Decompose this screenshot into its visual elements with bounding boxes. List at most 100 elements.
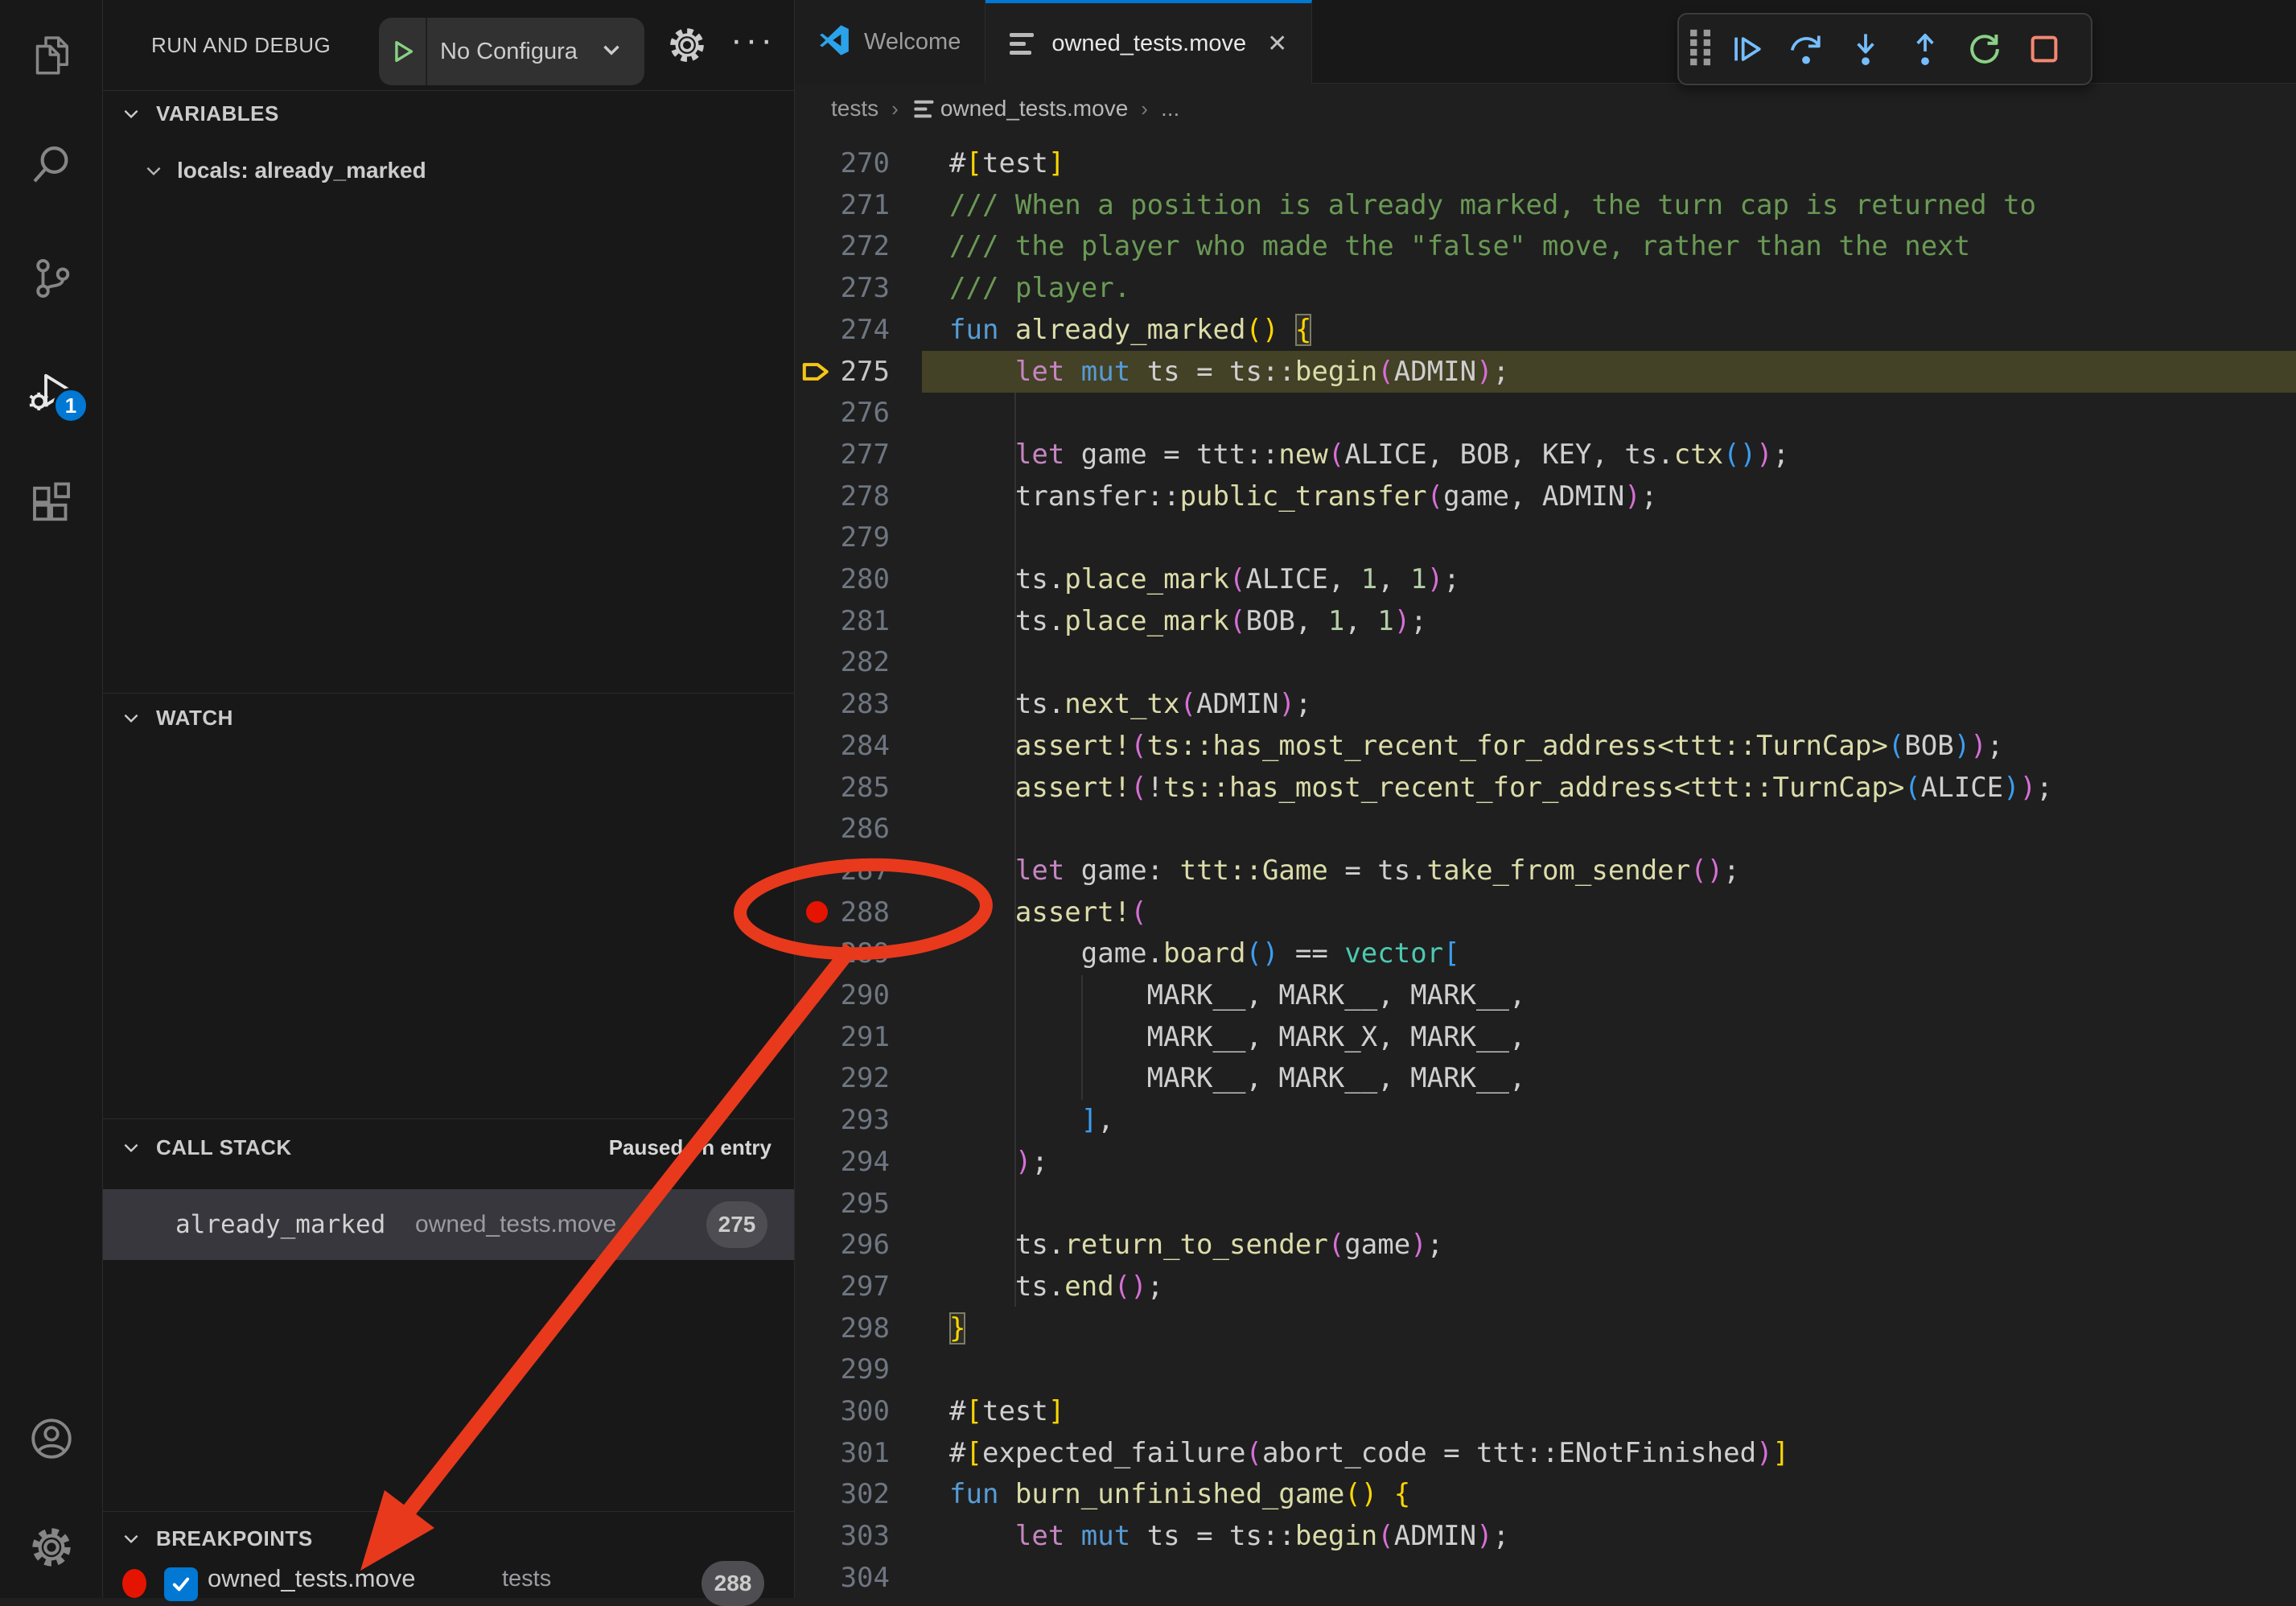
line-number[interactable]: 290 [827,974,890,1016]
code-line-274[interactable]: 274fun already_marked() { [795,309,2296,351]
code-line-296[interactable]: 296 ts.return_to_sender(game); [795,1224,2296,1266]
code-editor[interactable]: 270#[test]271/// When a position is alre… [795,134,2296,1598]
activity-run-and-debug[interactable]: 1 [0,352,103,433]
line-number[interactable]: 287 [827,850,890,892]
code-line-294[interactable]: 294 ); [795,1141,2296,1183]
line-number[interactable]: 301 [827,1432,890,1474]
code-line-297[interactable]: 297 ts.end(); [795,1266,2296,1307]
line-number[interactable]: 271 [827,184,890,226]
line-number[interactable]: 295 [827,1183,890,1225]
line-number[interactable]: 291 [827,1016,890,1058]
line-number[interactable]: 277 [827,434,890,476]
code-line-295[interactable]: 295 [795,1183,2296,1225]
code-line-286[interactable]: 286 [795,808,2296,850]
line-number[interactable]: 286 [827,808,890,850]
line-number[interactable]: 281 [827,600,890,642]
breadcrumb-file[interactable]: owned_tests.move [940,96,1128,121]
code-line-285[interactable]: 285 assert!(!ts::has_most_recent_for_add… [795,767,2296,809]
code-line-304[interactable]: 304 [795,1557,2296,1598]
line-number[interactable]: 302 [827,1473,890,1515]
line-number[interactable]: 278 [827,476,890,517]
activity-settings[interactable] [0,1509,103,1589]
line-number[interactable]: 289 [827,933,890,974]
code-line-293[interactable]: 293 ], [795,1099,2296,1141]
activity-source-control[interactable] [0,240,103,320]
activity-explorer[interactable] [0,16,103,97]
code-line-289[interactable]: 289 game.board() == vector[ [795,933,2296,974]
code-line-272[interactable]: 272/// the player who made the "false" m… [795,225,2296,267]
line-number[interactable]: 288 [827,892,890,933]
breakpoint-checkbox[interactable] [164,1567,198,1601]
code-line-281[interactable]: 281 ts.place_mark(BOB, 1, 1); [795,600,2296,642]
line-number[interactable]: 298 [827,1307,890,1349]
code-line-291[interactable]: 291 MARK__, MARK_X, MARK__, [795,1016,2296,1058]
line-number[interactable]: 292 [827,1057,890,1099]
line-number[interactable]: 282 [827,641,890,683]
line-number[interactable]: 283 [827,683,890,725]
continue-button[interactable] [1721,23,1772,75]
breadcrumb-folder[interactable]: tests [831,96,878,121]
code-line-280[interactable]: 280 ts.place_mark(ALICE, 1, 1); [795,558,2296,600]
line-number[interactable]: 275 [827,351,890,393]
code-line-271[interactable]: 271/// When a position is already marked… [795,184,2296,226]
code-line-300[interactable]: 300#[test] [795,1390,2296,1432]
line-number[interactable]: 304 [827,1557,890,1598]
breadcrumb-symbol[interactable]: ... [1161,96,1179,121]
step-out-button[interactable] [1899,23,1951,75]
code-line-270[interactable]: 270#[test] [795,142,2296,184]
watch-section-header[interactable]: WATCH [103,695,794,740]
debug-settings-gear[interactable] [666,24,708,66]
line-number[interactable]: 274 [827,309,890,351]
breakpoint-dot-icon[interactable] [806,901,828,923]
activity-search[interactable] [0,127,103,208]
stop-button[interactable] [2018,23,2070,75]
breakpoints-section-header[interactable]: BREAKPOINTS [103,1516,794,1561]
step-over-button[interactable] [1780,23,1832,75]
more-actions-button[interactable]: ··· [730,29,776,61]
code-line-299[interactable]: 299 [795,1349,2296,1390]
line-number[interactable]: 276 [827,392,890,434]
line-number[interactable]: 270 [827,142,890,184]
code-line-298[interactable]: 298} [795,1307,2296,1349]
code-line-275[interactable]: 275 let mut ts = ts::begin(ADMIN); [795,351,2296,393]
line-number[interactable]: 279 [827,517,890,558]
code-line-287[interactable]: 287 let game: ttt::Game = ts.take_from_s… [795,850,2296,892]
gripper-icon[interactable] [1689,28,1713,71]
step-into-button[interactable] [1840,23,1891,75]
line-number[interactable]: 303 [827,1515,890,1557]
activity-extensions[interactable] [0,465,103,546]
code-line-303[interactable]: 303 let mut ts = ts::begin(ADMIN); [795,1515,2296,1557]
code-line-290[interactable]: 290 MARK__, MARK__, MARK__, [795,974,2296,1016]
line-number[interactable]: 299 [827,1349,890,1390]
code-line-282[interactable]: 282 [795,641,2296,683]
activity-account[interactable] [0,1400,103,1480]
line-number[interactable]: 273 [827,267,890,309]
line-number[interactable]: 297 [827,1266,890,1307]
tab-owned-tests-move[interactable]: owned_tests.move ✕ [985,0,1312,84]
line-number[interactable]: 284 [827,725,890,767]
code-line-273[interactable]: 273/// player. [795,267,2296,309]
launch-config-dropdown[interactable]: No Configura [379,18,644,85]
line-number[interactable]: 285 [827,767,890,809]
code-line-279[interactable]: 279 [795,517,2296,558]
code-line-276[interactable]: 276 [795,392,2296,434]
line-number[interactable]: 296 [827,1224,890,1266]
code-line-278[interactable]: 278 transfer::public_transfer(game, ADMI… [795,476,2296,517]
code-line-283[interactable]: 283 ts.next_tx(ADMIN); [795,683,2296,725]
variables-section-header[interactable]: VARIABLES [103,91,794,136]
code-line-288[interactable]: 288 assert!( [795,892,2296,933]
code-line-292[interactable]: 292 MARK__, MARK__, MARK__, [795,1057,2296,1099]
code-line-277[interactable]: 277 let game = ttt::new(ALICE, BOB, KEY,… [795,434,2296,476]
close-icon[interactable]: ✕ [1267,30,1287,58]
tab-welcome[interactable]: Welcome [795,0,985,84]
code-line-284[interactable]: 284 assert!(ts::has_most_recent_for_addr… [795,725,2296,767]
line-number[interactable]: 280 [827,558,890,600]
start-debug-button[interactable] [379,18,427,85]
code-line-301[interactable]: 301#[expected_failure(abort_code = ttt::… [795,1432,2296,1474]
restart-button[interactable] [1959,23,2010,75]
call-stack-frame-row[interactable]: already_marked owned_tests.move 275 [103,1189,794,1260]
line-number[interactable]: 294 [827,1141,890,1183]
line-number[interactable]: 272 [827,225,890,267]
code-line-302[interactable]: 302fun burn_unfinished_game() { [795,1473,2296,1515]
line-number[interactable]: 293 [827,1099,890,1141]
